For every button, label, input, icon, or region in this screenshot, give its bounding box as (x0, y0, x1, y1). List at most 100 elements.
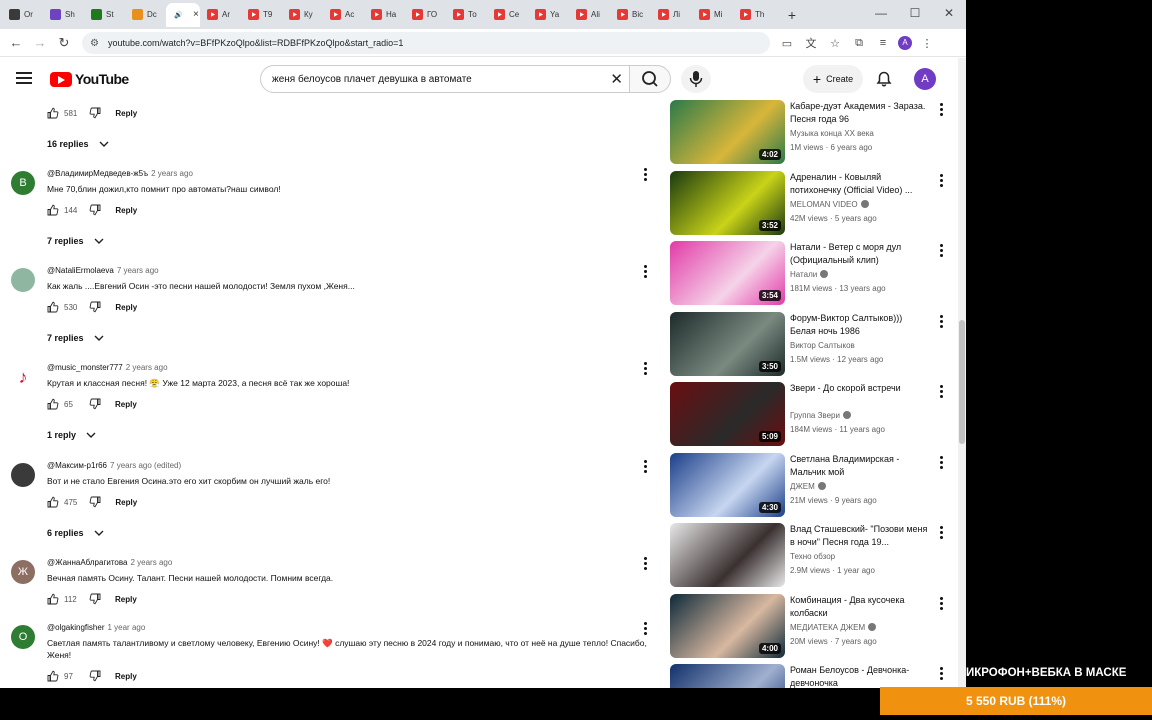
browser-tab[interactable]: Ar (200, 3, 241, 27)
video-title[interactable]: Звери - До скорой встречи (790, 382, 930, 395)
back-icon[interactable]: ← (4, 35, 28, 50)
browser-tab[interactable]: Лі (651, 3, 692, 27)
video-thumbnail[interactable]: 4:30 (670, 453, 785, 517)
browser-tab[interactable]: Or (2, 3, 43, 27)
search-button[interactable] (629, 65, 671, 93)
reply-button[interactable]: Reply (115, 498, 137, 507)
video-thumbnail[interactable]: 3:50 (670, 312, 785, 376)
video-title[interactable]: Роман Белоусов - Девчонка-девчоночка (790, 664, 930, 688)
browser-tab[interactable]: Mi (692, 3, 733, 27)
replies-toggle[interactable]: 7 replies (47, 236, 104, 246)
comment-date[interactable]: 2 years ago (126, 363, 168, 372)
recommended-video[interactable]: 3:50 Форум-Виктор Салтыков))) Белая ночь … (668, 312, 958, 378)
video-thumbnail[interactable] (670, 523, 785, 587)
dislike-icon[interactable] (89, 593, 101, 605)
close-window-icon[interactable]: ✕ (932, 0, 966, 29)
video-thumbnail[interactable]: 5:09 (670, 382, 785, 446)
browser-tab[interactable]: 🔊 × (166, 2, 200, 27)
video-menu-icon[interactable] (937, 174, 945, 188)
reload-icon[interactable]: ↻ (52, 35, 76, 51)
search-input[interactable]: женя белоусов плачет девушка в автомате … (260, 65, 630, 93)
video-title[interactable]: Светлана Владимирская - Мальчик мой (790, 453, 930, 479)
commenter-avatar[interactable]: ♪ (11, 365, 35, 389)
dislike-icon[interactable] (89, 204, 101, 216)
youtube-logo[interactable]: YouTube (50, 71, 129, 87)
video-thumbnail[interactable]: 4:00 (670, 594, 785, 658)
reply-button[interactable]: Reply (115, 109, 137, 118)
extensions-icon[interactable]: ⧉ (850, 37, 868, 50)
channel-name[interactable]: Натали (790, 270, 817, 279)
cast-icon[interactable]: ▭ (778, 37, 796, 50)
like-icon[interactable] (47, 398, 59, 410)
browser-tab[interactable]: Ya (528, 3, 569, 27)
recommended-video[interactable]: 4:30 Светлана Владимирская - Мальчик мой Д… (668, 453, 958, 519)
comment-menu-icon[interactable] (641, 168, 649, 182)
comment-menu-icon[interactable] (641, 265, 649, 279)
browser-tab[interactable]: Ac (323, 3, 364, 27)
video-thumbnail[interactable]: 3:52 (670, 171, 785, 235)
like-icon[interactable] (47, 107, 59, 119)
browser-tab[interactable]: На (364, 3, 405, 27)
comment-menu-icon[interactable] (641, 557, 649, 571)
video-menu-icon[interactable] (937, 667, 945, 681)
scrollbar-thumb[interactable] (959, 320, 965, 444)
dislike-icon[interactable] (89, 301, 101, 313)
recommended-video[interactable]: Роман Белоусов - Девчонка-девчоночка (668, 664, 958, 688)
video-title[interactable]: Комбинация - Два кусочека колбаски (790, 594, 930, 620)
video-thumbnail[interactable]: 3:54 (670, 241, 785, 305)
reply-button[interactable]: Reply (115, 303, 137, 312)
reply-button[interactable]: Reply (115, 400, 137, 409)
hamburger-menu-icon[interactable] (16, 72, 32, 86)
comment-menu-icon[interactable] (641, 362, 649, 376)
account-avatar[interactable]: A (914, 68, 936, 90)
address-bar[interactable]: ⚙ youtube.com/watch?v=BFfPKzoQlpo&list=R… (82, 32, 770, 54)
reply-button[interactable]: Reply (115, 672, 137, 681)
notifications-bell-icon[interactable] (875, 70, 893, 88)
browser-tab[interactable]: Sh (43, 3, 84, 27)
replies-toggle[interactable]: 16 replies (47, 139, 109, 149)
video-menu-icon[interactable] (937, 315, 945, 329)
replies-toggle[interactable]: 7 replies (47, 333, 104, 343)
channel-name[interactable]: Виктор Салтыков (790, 341, 855, 350)
commenter-avatar[interactable] (11, 463, 35, 487)
browser-tab[interactable]: Ку (282, 3, 323, 27)
replies-toggle[interactable]: 1 reply (47, 430, 96, 440)
browser-tab[interactable]: Ali (569, 3, 610, 27)
profile-avatar[interactable]: A (898, 36, 912, 50)
dislike-icon[interactable] (89, 496, 101, 508)
browser-tab[interactable]: Bic (610, 3, 651, 27)
comment-date[interactable]: 7 years ago (117, 266, 159, 275)
channel-name[interactable]: МЕДИАТЕКА ДЖЕМ (790, 623, 865, 632)
site-info-icon[interactable]: ⚙ (90, 38, 99, 49)
commenter-avatar[interactable]: Ж (11, 560, 35, 584)
create-button[interactable]: + Create (803, 65, 863, 93)
channel-name[interactable]: MELOMAN VIDEO (790, 200, 858, 209)
comment-author[interactable]: @Максим-р1r66 (47, 461, 107, 470)
channel-name[interactable]: Музыка конца XX века (790, 129, 874, 138)
bookmark-star-icon[interactable]: ☆ (826, 37, 844, 50)
like-icon[interactable] (47, 593, 59, 605)
close-tab-icon[interactable]: × (193, 9, 199, 20)
comment-menu-icon[interactable] (641, 622, 649, 636)
voice-search-button[interactable] (681, 65, 711, 93)
video-title[interactable]: Влад Сташевский- "Позови меня в ночи" Пе… (790, 523, 930, 549)
commenter-avatar[interactable]: O (11, 625, 35, 649)
comment-date[interactable]: 2 years ago (130, 558, 172, 567)
comment-author[interactable]: @music_monster777 (47, 363, 123, 372)
browser-tab[interactable]: Th (733, 3, 774, 27)
comment-date[interactable]: 7 years ago (edited) (110, 461, 181, 470)
like-icon[interactable] (47, 204, 59, 216)
video-menu-icon[interactable] (937, 597, 945, 611)
like-icon[interactable] (47, 301, 59, 313)
video-title[interactable]: Натали - Ветер с моря дул (Официальный к… (790, 241, 930, 267)
like-icon[interactable] (47, 496, 59, 508)
browser-tab[interactable]: Dc (125, 3, 166, 27)
comment-author[interactable]: @olgakingfisher (47, 623, 104, 632)
browser-tab[interactable]: ГО (405, 3, 446, 27)
channel-name[interactable]: ДЖЕМ (790, 482, 815, 491)
media-controls-icon[interactable]: ≡ (874, 37, 892, 49)
video-menu-icon[interactable] (937, 526, 945, 540)
translate-icon[interactable]: 文 (802, 35, 820, 51)
reply-button[interactable]: Reply (115, 595, 137, 604)
new-tab-button[interactable]: + (780, 7, 804, 23)
